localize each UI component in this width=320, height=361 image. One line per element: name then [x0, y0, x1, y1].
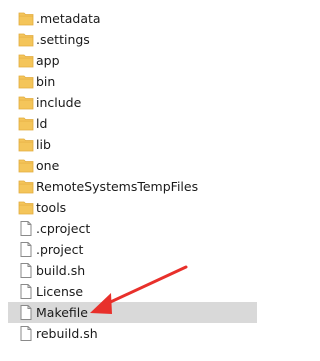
file-icon [18, 304, 34, 321]
file-icon [18, 241, 34, 258]
file-item-label: include [36, 95, 82, 110]
folder-icon [18, 136, 34, 153]
file-item-label: RemoteSystemsTempFiles [36, 179, 199, 194]
file-item-project[interactable]: .project [8, 239, 257, 260]
file-item-label: one [36, 158, 60, 173]
folder-icon [18, 10, 34, 27]
file-icon [18, 325, 34, 342]
file-icon [18, 283, 34, 300]
file-item-label: .cproject [36, 221, 91, 236]
file-item-one[interactable]: one [8, 155, 257, 176]
folder-icon [18, 52, 34, 69]
file-item-tools[interactable]: tools [8, 197, 257, 218]
file-item-remotesystemstempfiles[interactable]: RemoteSystemsTempFiles [8, 176, 257, 197]
folder-icon [18, 178, 34, 195]
file-item-makefile[interactable]: Makefile [8, 302, 257, 323]
file-item-label: tools [36, 200, 67, 215]
file-item-build-sh[interactable]: build.sh [8, 260, 257, 281]
file-item-lib[interactable]: lib [8, 134, 257, 155]
file-item-label: bin [36, 74, 56, 89]
file-icon [18, 220, 34, 237]
file-item-label: .project [36, 242, 84, 257]
file-item-label: build.sh [36, 263, 86, 278]
file-item-rebuild-sh[interactable]: rebuild.sh [8, 323, 257, 344]
file-item-cproject[interactable]: .cproject [8, 218, 257, 239]
file-item-label: ld [36, 116, 48, 131]
file-item-metadata[interactable]: .metadata [8, 8, 257, 29]
folder-icon [18, 73, 34, 90]
file-item-app[interactable]: app [8, 50, 257, 71]
file-item-label: app [36, 53, 60, 68]
folder-icon [18, 115, 34, 132]
file-item-settings[interactable]: .settings [8, 29, 257, 50]
file-item-include[interactable]: include [8, 92, 257, 113]
file-item-license[interactable]: License [8, 281, 257, 302]
file-list: .metadata .settings app bin include ld l… [0, 0, 257, 361]
folder-icon [18, 31, 34, 48]
file-item-label: License [36, 284, 84, 299]
file-item-label: .settings [36, 32, 90, 47]
file-icon [18, 262, 34, 279]
file-item-label: lib [36, 137, 51, 152]
file-item-label: .metadata [36, 11, 101, 26]
folder-icon [18, 199, 34, 216]
file-item-bin[interactable]: bin [8, 71, 257, 92]
file-item-label: rebuild.sh [36, 326, 98, 341]
folder-icon [18, 94, 34, 111]
folder-icon [18, 157, 34, 174]
file-item-ld[interactable]: ld [8, 113, 257, 134]
file-item-label: Makefile [36, 305, 88, 320]
